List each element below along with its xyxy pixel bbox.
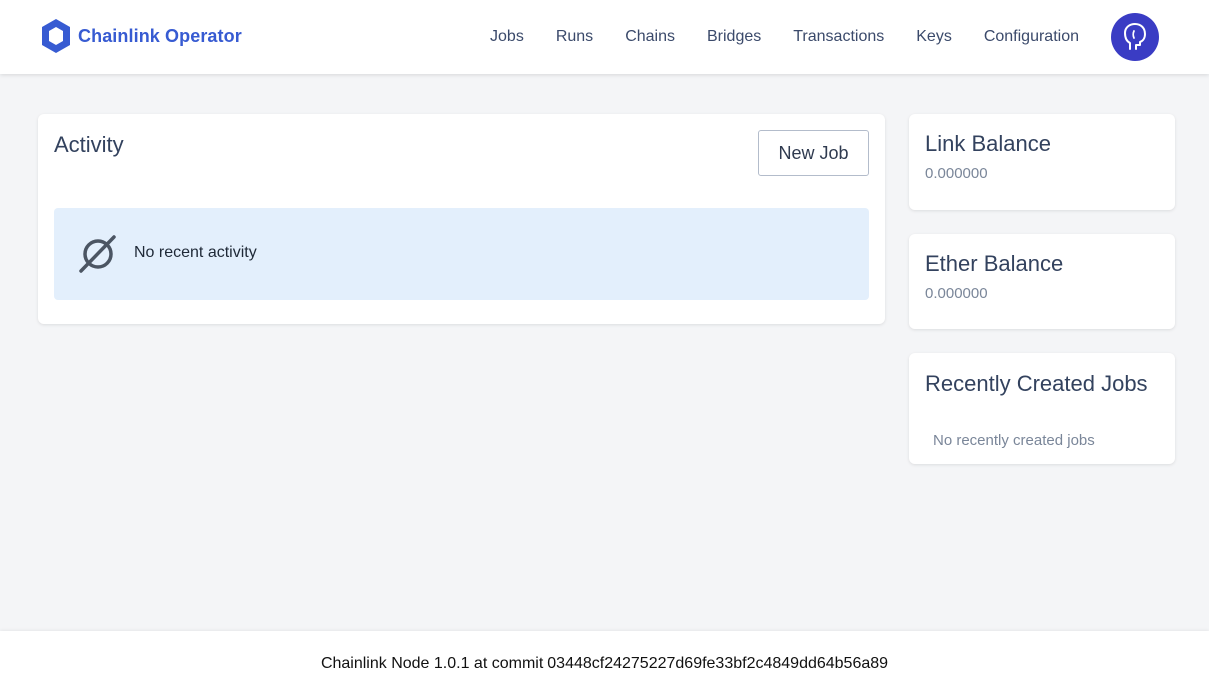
main-nav: Jobs Runs Chains Bridges Transactions Ke…	[458, 0, 1079, 74]
ether-balance-card: Ether Balance 0.000000	[909, 234, 1175, 329]
empty-activity-notice: No recent activity	[54, 208, 869, 300]
footer-version-text: Chainlink Node 1.0.1 at commit	[320, 655, 544, 672]
user-avatar-icon	[1124, 23, 1146, 50]
brand-logo-link[interactable]: Chainlink Operator	[40, 18, 242, 54]
footer: Chainlink Node 1.0.1 at commit 03448cf24…	[0, 631, 1209, 697]
new-job-button[interactable]: New Job	[758, 130, 869, 176]
link-balance-value: 0.000000	[925, 165, 988, 182]
top-navbar: Chainlink Operator Jobs Runs Chains Brid…	[0, 0, 1209, 74]
footer-commit-hash: 03448cf24275227d69fe33bf2c4849dd64b56a89	[547, 655, 889, 672]
activity-card: Activity New Job No recent activity	[38, 114, 885, 324]
nav-item-jobs[interactable]: Jobs	[490, 28, 524, 46]
nav-item-transactions[interactable]: Transactions	[793, 28, 884, 46]
nav-item-bridges[interactable]: Bridges	[707, 28, 761, 46]
brand-name: Chainlink Operator	[78, 25, 242, 46]
nav-item-runs[interactable]: Runs	[556, 28, 593, 46]
link-balance-card: Link Balance 0.000000	[909, 114, 1175, 210]
recent-jobs-empty-text: No recently created jobs	[933, 432, 1095, 449]
link-balance-title: Link Balance	[925, 131, 1051, 156]
ether-balance-title: Ether Balance	[925, 251, 1064, 276]
user-avatar-button[interactable]	[1111, 13, 1159, 61]
nav-item-configuration[interactable]: Configuration	[984, 28, 1079, 46]
chainlink-hexagon-icon	[42, 19, 70, 53]
nav-item-keys[interactable]: Keys	[916, 28, 952, 46]
ether-balance-value: 0.000000	[925, 285, 988, 302]
nav-item-chains[interactable]: Chains	[625, 28, 675, 46]
activity-title: Activity	[54, 132, 124, 157]
empty-activity-text: No recent activity	[134, 244, 257, 261]
recent-jobs-title: Recently Created Jobs	[925, 371, 1148, 396]
recent-jobs-card: Recently Created Jobs No recently create…	[909, 353, 1175, 464]
empty-set-icon	[79, 235, 116, 273]
